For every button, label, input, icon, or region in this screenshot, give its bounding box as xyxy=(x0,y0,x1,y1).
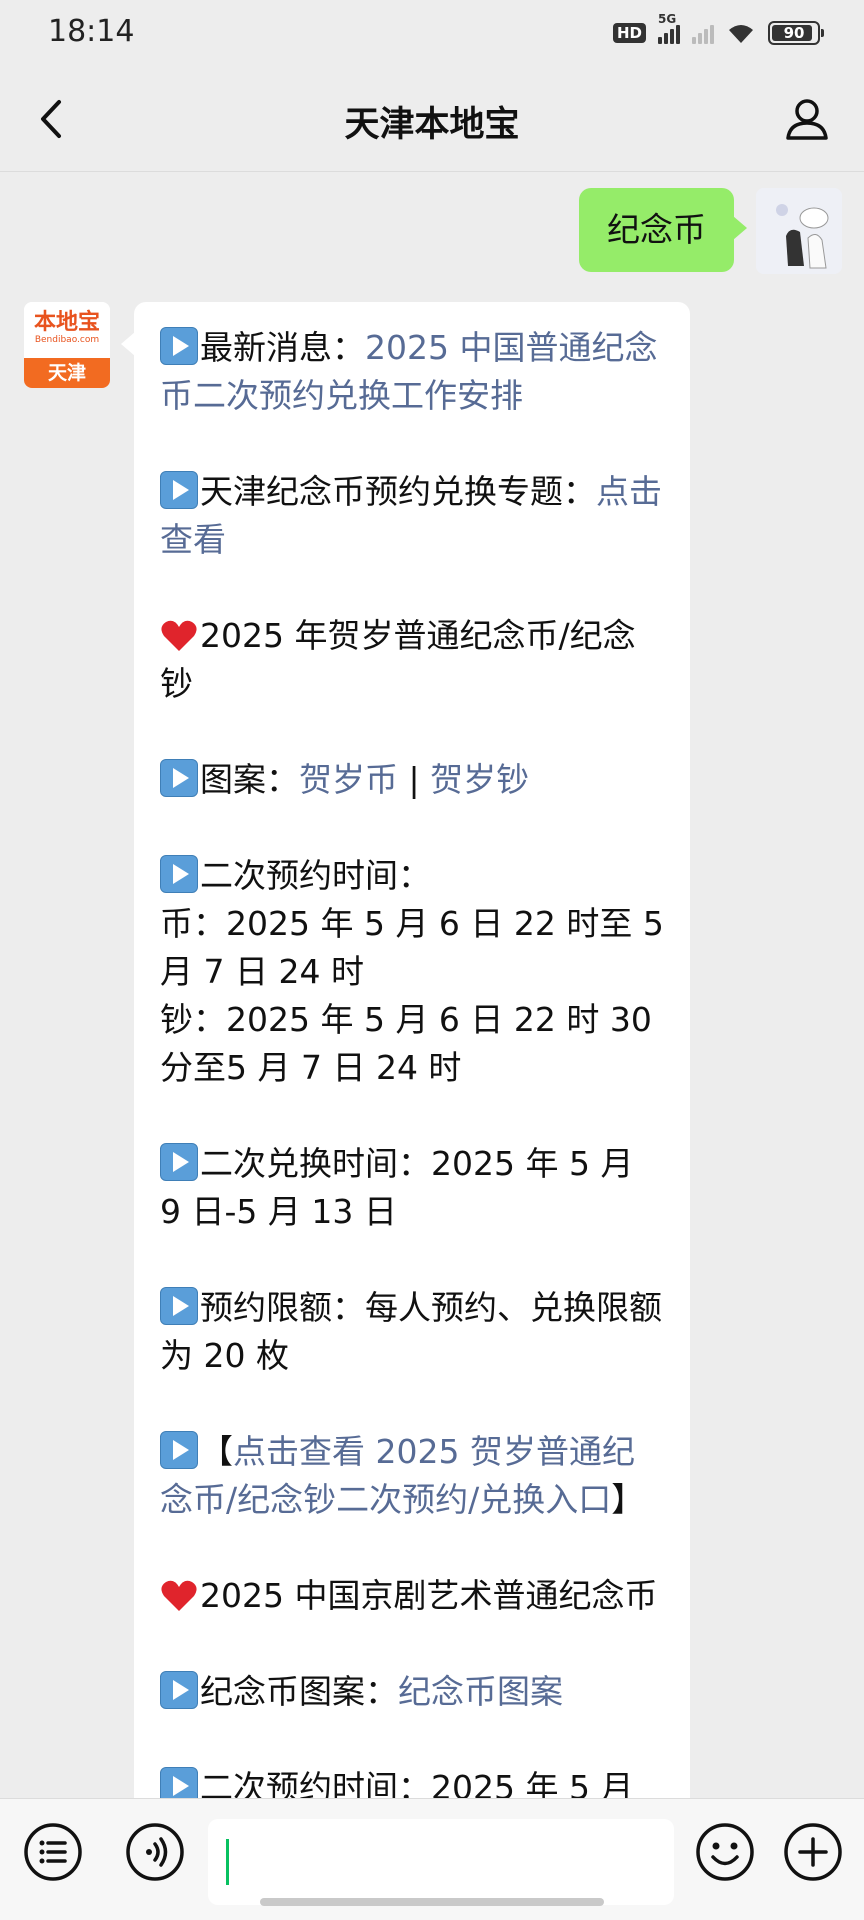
message-paragraph: 【点击查看 2025 贺岁普通纪念币/纪念钞二次预约/兑换入口】 xyxy=(160,1428,664,1524)
wifi-icon xyxy=(729,25,753,43)
message-paragraph: 纪念币图案：纪念币图案 xyxy=(160,1668,664,1716)
voice-icon xyxy=(126,1823,184,1881)
message-paragraph: 2025 中国京剧艺术普通纪念币 xyxy=(160,1572,664,1620)
heart-icon xyxy=(161,620,197,651)
cellular-signal-icon: 5G xyxy=(658,12,680,44)
menu-button[interactable] xyxy=(22,1821,84,1883)
hd-badge: HD xyxy=(612,23,646,43)
outgoing-message-row: 纪念币 xyxy=(579,188,842,274)
message-paragraph: 2025 年贺岁普通纪念币/纪念钞 xyxy=(160,612,664,708)
battery-level-text: 90 xyxy=(783,24,805,42)
reservation-time-label: 二次预约时间： xyxy=(200,856,431,895)
play-button-icon xyxy=(160,1431,198,1469)
jingju-reservation-text: 二次预约时间：2025 年 5 月 6 日21 时 30 分至 5 月 7 日 … xyxy=(200,1768,634,1798)
chat-area[interactable]: 纪念币 本地宝 Bendibao.com 天津 最新消息：2025 中国普通纪念… xyxy=(0,172,864,1798)
note-reservation-time: 钞：2025 年 5 月 6 日 22 时 30 分至5 月 7 日 24 时 xyxy=(160,1000,652,1087)
message-input[interactable] xyxy=(208,1819,674,1905)
latest-news-label: 最新消息： xyxy=(200,328,365,367)
bendibao-avatar[interactable]: 本地宝 Bendibao.com 天津 xyxy=(24,302,110,388)
person-icon xyxy=(786,99,828,140)
plus-icon xyxy=(784,1823,842,1881)
coin-reservation-time: 币：2025 年 5 月 6 日 22 时至 5 月 7 日 24 时 xyxy=(160,904,664,991)
list-icon xyxy=(24,1823,82,1881)
play-button-icon xyxy=(160,1767,198,1798)
play-button-icon xyxy=(160,471,198,509)
section-title-hesui: 2025 年贺岁普通纪念币/纪念钞 xyxy=(160,616,636,703)
message-paragraph: 预约限额：每人预约、兑换限额为 20 枚 xyxy=(160,1284,664,1380)
battery-icon: 90 xyxy=(768,21,824,45)
home-indicator[interactable] xyxy=(260,1898,604,1906)
design-label: 图案： xyxy=(200,760,299,799)
page-title: 天津本地宝 xyxy=(344,105,520,145)
bracket-open: 【 xyxy=(200,1432,233,1471)
message-paragraph: 最新消息：2025 中国普通纪念币二次预约兑换工作安排 xyxy=(160,324,664,420)
bracket-close: 】 xyxy=(611,1480,645,1519)
text-caret xyxy=(226,1839,229,1885)
message-paragraph: 二次预约时间： 币：2025 年 5 月 6 日 22 时至 5 月 7 日 2… xyxy=(160,852,664,1092)
avatar-logo-domain: Bendibao.com xyxy=(34,335,100,345)
incoming-message-row: 本地宝 Bendibao.com 天津 最新消息：2025 中国普通纪念币二次预… xyxy=(24,302,690,1798)
play-button-icon xyxy=(160,1143,198,1181)
limit-text: 预约限额：每人预约、兑换限额为 20 枚 xyxy=(160,1288,662,1375)
topic-label: 天津纪念币预约兑换专题： xyxy=(200,472,596,511)
play-button-icon xyxy=(160,327,198,365)
link-separator: | xyxy=(398,760,431,799)
play-button-icon xyxy=(160,759,198,797)
network-type-label: 5G xyxy=(658,12,677,26)
section-title-jingju: 2025 中国京剧艺术普通纪念币 xyxy=(200,1576,658,1615)
avatar-city-label: 天津 xyxy=(24,358,110,388)
secondary-signal-icon xyxy=(692,22,714,44)
message-paragraph: 图案：贺岁币 | 贺岁钞 xyxy=(160,756,664,804)
avatar-logo-text: 本地宝 xyxy=(33,309,100,335)
message-paragraph: 二次预约时间：2025 年 5 月 6 日21 时 30 分至 5 月 7 日 … xyxy=(160,1764,664,1798)
smiley-icon xyxy=(696,1823,754,1881)
hesui-note-link[interactable]: 贺岁钞 xyxy=(430,760,529,799)
message-paragraph: 天津纪念币预约兑换专题：点击查看 xyxy=(160,468,664,564)
message-paragraph: 二次兑换时间：2025 年 5 月 9 日-5 月 13 日 xyxy=(160,1140,664,1236)
status-time: 18:14 xyxy=(48,14,135,49)
input-bar xyxy=(0,1798,864,1920)
play-button-icon xyxy=(160,1671,198,1709)
user-avatar[interactable] xyxy=(756,188,842,274)
chat-header: 天津本地宝 xyxy=(0,64,864,172)
heart-icon xyxy=(161,1580,197,1611)
coin-design-link[interactable]: 纪念币图案 xyxy=(398,1672,563,1711)
emoji-button[interactable] xyxy=(694,1821,756,1883)
hesui-coin-link[interactable]: 贺岁币 xyxy=(299,760,398,799)
status-bar: 18:14 HD 5G 90 xyxy=(0,0,864,64)
profile-button[interactable] xyxy=(780,92,834,146)
exchange-time-text: 二次兑换时间：2025 年 5 月 9 日-5 月 13 日 xyxy=(160,1144,634,1231)
voice-button[interactable] xyxy=(124,1821,186,1883)
add-button[interactable] xyxy=(782,1821,844,1883)
incoming-message-bubble: 最新消息：2025 中国普通纪念币二次预约兑换工作安排 天津纪念币预约兑换专题：… xyxy=(121,302,690,1798)
play-button-icon xyxy=(160,1287,198,1325)
play-button-icon xyxy=(160,855,198,893)
coin-design-label: 纪念币图案： xyxy=(200,1672,398,1711)
outgoing-message-bubble[interactable]: 纪念币 xyxy=(579,188,747,272)
status-icons: HD 5G 90 xyxy=(612,12,824,48)
